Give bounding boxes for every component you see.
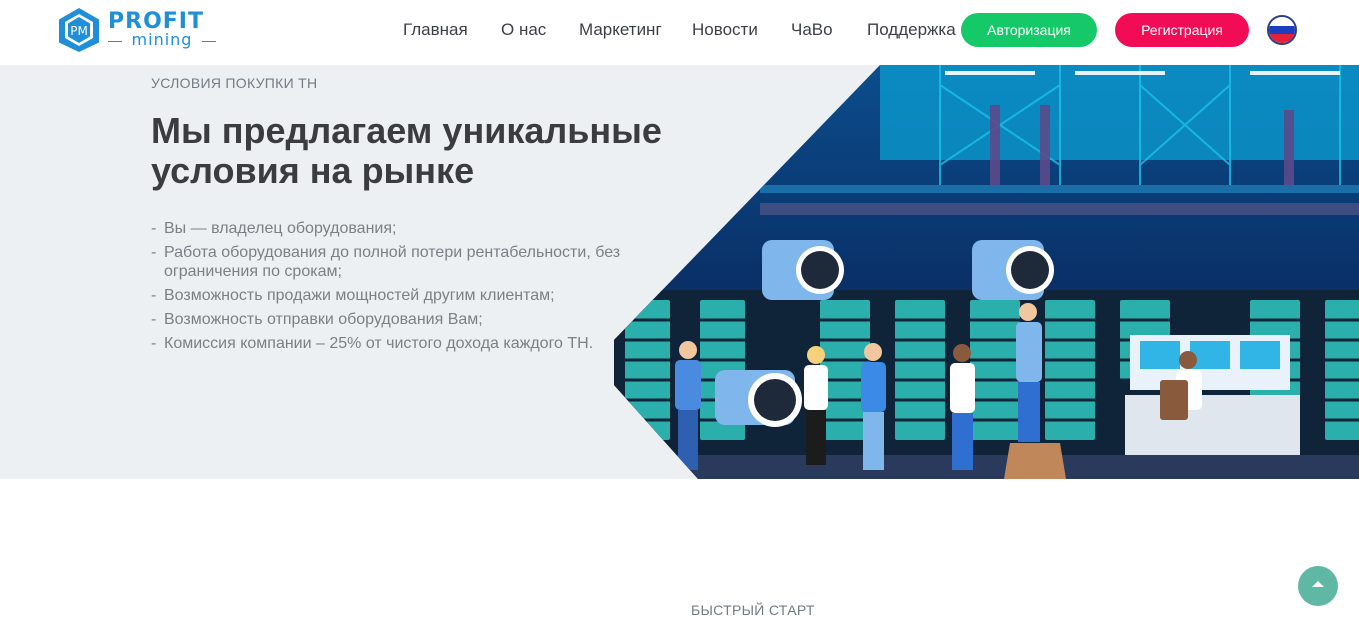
scroll-to-top-button[interactable]	[1298, 566, 1338, 606]
hero-eyebrow: УСЛОВИЯ ПОКУПКИ ТН	[151, 75, 318, 91]
logo-text-bottom: mining	[108, 31, 216, 49]
benefit-item: Вы — владелец оборудования;	[151, 219, 631, 238]
benefit-item: Возможность отправки оборудования Вам;	[151, 310, 631, 329]
nav-link-faq[interactable]: ЧаВо	[791, 19, 833, 41]
hero-section: УСЛОВИЯ ПОКУПКИ ТН Мы предлагаем уникаль…	[0, 65, 1359, 479]
hero-title: Мы предлагаем уникальные условия на рынк…	[151, 110, 662, 191]
nav-link-support[interactable]: Поддержка	[867, 19, 956, 41]
logo-badge-text: PM	[70, 24, 88, 38]
nav-link-about[interactable]: О нас	[501, 19, 546, 41]
arrow-up-icon	[1312, 581, 1324, 587]
login-button[interactable]: Авторизация	[961, 13, 1097, 47]
benefit-item: Возможность продажи мощностей другим кли…	[151, 286, 631, 305]
benefit-item: Работа оборудования до полной потери рен…	[151, 243, 631, 281]
nav-link-marketing[interactable]: Маркетинг	[579, 19, 662, 41]
register-button[interactable]: Регистрация	[1115, 13, 1249, 47]
site-header: PM PROFIT mining Главная О нас Маркетинг…	[0, 0, 1359, 65]
benefits-list: Вы — владелец оборудования; Работа обору…	[151, 219, 631, 358]
profit-mining-logo[interactable]: PM PROFIT mining	[56, 7, 216, 53]
russia-flag-icon[interactable]	[1267, 15, 1297, 45]
benefit-item: Комиссия компании – 25% от чистого доход…	[151, 334, 631, 353]
nav-link-home[interactable]: Главная	[403, 19, 468, 41]
quick-start-eyebrow: БЫСТРЫЙ СТАРТ	[691, 602, 815, 618]
nav-link-news[interactable]: Новости	[692, 19, 758, 41]
logo-badge-icon: PM	[59, 8, 99, 52]
